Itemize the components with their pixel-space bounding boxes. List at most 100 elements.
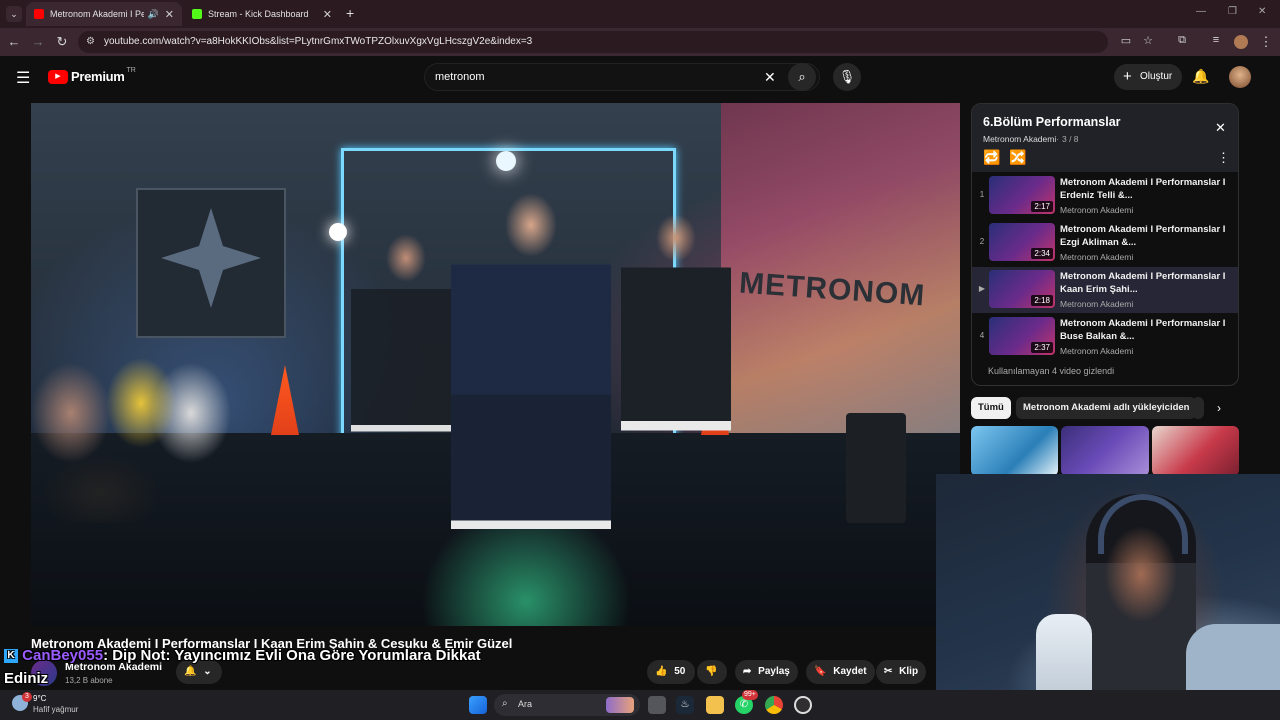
chip-partial[interactable] bbox=[1192, 397, 1204, 419]
voice-search-mic-icon[interactable]: 🎙 bbox=[833, 63, 861, 91]
clear-search-icon[interactable]: ✕ bbox=[764, 69, 776, 86]
account-avatar[interactable] bbox=[1229, 66, 1251, 88]
video-player[interactable]: METRONOM bbox=[31, 103, 960, 626]
playlist-channel[interactable]: Metronom Akademi bbox=[983, 134, 1056, 144]
close-tab-icon[interactable]: ✕ bbox=[165, 8, 174, 21]
kick-chat-icon: K bbox=[4, 649, 18, 664]
bookmark-star-icon[interactable]: ☆ bbox=[1140, 34, 1156, 47]
create-button[interactable]: + Oluştur bbox=[1114, 64, 1182, 90]
search-input[interactable]: metronom bbox=[424, 63, 820, 91]
reload-icon[interactable]: ↻ bbox=[54, 34, 70, 50]
hamburger-menu-icon[interactable]: ☰ bbox=[16, 68, 30, 88]
like-button[interactable]: 👍 50 bbox=[647, 660, 695, 684]
playlist-more-icon[interactable]: ⋮ bbox=[1217, 150, 1230, 166]
weather-temperature: 9°C bbox=[33, 694, 47, 703]
shuffle-playlist-icon[interactable]: 🔀 bbox=[1009, 149, 1026, 166]
playlist-item-channel: Metronom Akademi bbox=[1060, 346, 1134, 356]
thumbs-up-icon: 👍 bbox=[655, 666, 668, 677]
close-window-button[interactable]: ✕ bbox=[1258, 6, 1266, 17]
search-icon[interactable]: ⌕ bbox=[788, 63, 816, 91]
share-button[interactable]: ➦ Paylaş bbox=[735, 660, 798, 684]
forward-icon[interactable]: → bbox=[30, 34, 46, 49]
weather-description: Hafif yağmur bbox=[33, 705, 79, 714]
dancer-right bbox=[621, 213, 731, 533]
audience-group bbox=[31, 343, 251, 523]
playlist-item-title: Metronom Akademi I Performanslar I Erden… bbox=[1060, 177, 1226, 201]
tab-title: Metronom Akademi I Perfo bbox=[50, 9, 144, 19]
youtube-logo[interactable]: ▶ Premium TR bbox=[48, 67, 136, 84]
new-tab-button[interactable]: + bbox=[346, 5, 354, 21]
playlist-item-title: Metronom Akademi I Performanslar I Buse … bbox=[1060, 318, 1226, 342]
playlist-item-thumbnail: 2:34 bbox=[989, 223, 1055, 261]
playlist-item[interactable]: 2 2:34 Metronom Akademi I Performanslar … bbox=[972, 220, 1238, 266]
speaker-icon: 🔊 bbox=[147, 8, 159, 19]
close-playlist-icon[interactable]: ✕ bbox=[1215, 120, 1226, 136]
traffic-cone bbox=[271, 365, 299, 435]
bell-icon: 🔔 bbox=[184, 666, 197, 677]
chip-from-uploader[interactable]: Metronom Akademi adlı yükleyiciden bbox=[1016, 397, 1197, 419]
playlist-item[interactable]: 1 2:17 Metronom Akademi I Performanslar … bbox=[972, 173, 1238, 219]
taskbar-search[interactable]: ⌕ Ara bbox=[494, 694, 640, 716]
chip-all[interactable]: Tümü bbox=[971, 397, 1011, 419]
clip-button[interactable]: ✂ Klip bbox=[876, 660, 927, 684]
url-text: youtube.com/watch?v=a8HokKKIObs&list=PLy… bbox=[104, 36, 533, 47]
save-label: Kaydet bbox=[833, 666, 867, 677]
subscriber-count: 13,2 B abone bbox=[65, 676, 113, 685]
windows-taskbar: 3 9°C Hafif yağmur ⌕ Ara ♨ ✆ 99+ bbox=[0, 690, 1280, 720]
save-button[interactable]: 🔖 Kaydet bbox=[806, 660, 875, 684]
file-explorer-icon[interactable] bbox=[706, 696, 724, 714]
playlist-panel: 6.Bölüm Performanslar Metronom Akademi ·… bbox=[971, 103, 1239, 386]
playlist-item-index: 2 bbox=[979, 237, 985, 246]
task-view-icon[interactable] bbox=[648, 696, 666, 714]
playlist-item-thumbnail: 2:37 bbox=[989, 317, 1055, 355]
stage-spotlight bbox=[329, 223, 347, 241]
extensions-icon[interactable]: ⧉ bbox=[1174, 34, 1190, 47]
chrome-icon[interactable] bbox=[765, 696, 783, 714]
url-bar[interactable]: ⚙ youtube.com/watch?v=a8HokKKIObs&list=P… bbox=[78, 31, 1108, 53]
dancer-left bbox=[351, 233, 461, 543]
tab-youtube[interactable]: Metronom Akademi I Perfo 🔊 ✕ bbox=[26, 2, 182, 26]
stream-chat-overlay: K CanBey055: Dip Not: Yayıncımız Evli On… bbox=[4, 647, 481, 664]
playlist-separator: · bbox=[1056, 134, 1059, 144]
playlist-item-current[interactable]: ▶ 2:18 Metronom Akademi I Performanslar … bbox=[972, 267, 1238, 313]
cast-icon[interactable]: ▭ bbox=[1118, 34, 1134, 47]
dislike-button[interactable]: 👎 bbox=[697, 660, 727, 684]
duration-badge: 2:37 bbox=[1031, 342, 1053, 353]
chat-message-continued: Ediniz bbox=[4, 670, 49, 687]
suggested-video-thumbnail[interactable] bbox=[1061, 426, 1149, 476]
weather-badge: 3 bbox=[22, 692, 32, 702]
address-toolbar: ← → ↻ ⚙ youtube.com/watch?v=a8HokKKIObs&… bbox=[0, 28, 1280, 56]
dancer-center bbox=[451, 193, 611, 613]
profile-avatar[interactable] bbox=[1234, 35, 1248, 49]
duration-badge: 2:17 bbox=[1031, 201, 1053, 212]
back-icon[interactable]: ← bbox=[6, 34, 22, 49]
playlist-title[interactable]: 6.Bölüm Performanslar bbox=[983, 115, 1121, 129]
tab-title: Stream - Kick Dashboard bbox=[208, 9, 309, 19]
chat-username: CanBey055 bbox=[22, 647, 104, 664]
playlist-item-thumbnail: 2:17 bbox=[989, 176, 1055, 214]
steam-icon[interactable]: ♨ bbox=[676, 696, 694, 714]
browser-tab-bar: ⌄ Metronom Akademi I Perfo 🔊 ✕ Stream - … bbox=[0, 0, 1280, 28]
obs-studio-icon[interactable] bbox=[794, 696, 812, 714]
chat-message: : Dip Not: Yayıncımız Evli Ona Göre Yoru… bbox=[103, 647, 481, 664]
reading-list-icon[interactable]: ≡ bbox=[1208, 34, 1224, 46]
browser-menu-icon[interactable]: ⋮ bbox=[1258, 34, 1274, 50]
close-tab-icon[interactable]: ✕ bbox=[323, 8, 332, 21]
suggested-video-thumbnail[interactable] bbox=[1152, 426, 1239, 476]
whatsapp-unread-badge: 99+ bbox=[742, 690, 758, 700]
chips-next-chevron-icon[interactable]: › bbox=[1217, 401, 1221, 415]
maximize-window-button[interactable]: ❐ bbox=[1228, 6, 1237, 17]
minimize-window-button[interactable]: — bbox=[1196, 6, 1206, 17]
tab-search-button[interactable]: ⌄ bbox=[6, 6, 22, 22]
search-query-text: metronom bbox=[435, 71, 485, 83]
playlist-item[interactable]: 4 2:37 Metronom Akademi I Performanslar … bbox=[972, 314, 1238, 360]
like-count: 50 bbox=[674, 666, 686, 677]
notifications-bell-icon[interactable]: 🔔 bbox=[1192, 68, 1209, 85]
youtube-favicon-icon bbox=[34, 9, 44, 19]
speaker-box bbox=[846, 413, 906, 523]
suggested-video-thumbnail[interactable] bbox=[971, 426, 1058, 476]
site-info-icon[interactable]: ⚙ bbox=[86, 36, 95, 47]
windows-start-icon[interactable] bbox=[469, 696, 487, 714]
loop-playlist-icon[interactable]: 🔁 bbox=[983, 149, 1000, 166]
tab-kick[interactable]: Stream - Kick Dashboard ✕ bbox=[184, 2, 340, 26]
